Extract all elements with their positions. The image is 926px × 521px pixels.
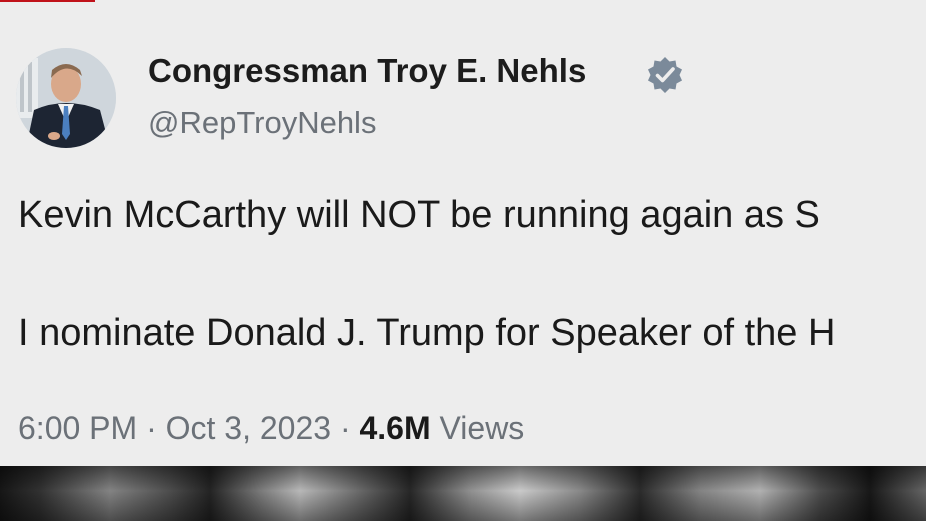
- verified-badge-icon: [648, 57, 682, 93]
- tweet-text-line: I nominate Donald J. Trump for Speaker o…: [18, 312, 836, 354]
- avatar[interactable]: [16, 48, 116, 148]
- meta-separator: ·: [146, 410, 157, 446]
- author-handle[interactable]: @RepTroyNehls: [148, 105, 376, 141]
- view-count: 4.6M: [359, 410, 431, 446]
- video-frame: Congressman Troy E. Nehls @RepTroyNehls …: [0, 0, 926, 521]
- tweet-time[interactable]: 6:00 PM: [18, 410, 137, 446]
- author-name[interactable]: Congressman Troy E. Nehls: [148, 52, 586, 90]
- meta-separator: ·: [339, 410, 351, 446]
- tweet-date[interactable]: Oct 3, 2023: [166, 410, 331, 446]
- tweet-meta: 6:00 PM · Oct 3, 2023 · 4.6M Views: [18, 410, 524, 447]
- tweet-card: Congressman Troy E. Nehls @RepTroyNehls …: [0, 0, 926, 466]
- studio-backdrop-shade: [0, 466, 926, 521]
- tweet-text-line: Kevin McCarthy will NOT be running again…: [18, 194, 820, 236]
- views-label: Views: [439, 410, 525, 446]
- broadcast-accent-bar: [0, 0, 95, 2]
- avatar-portrait-icon: [16, 48, 116, 148]
